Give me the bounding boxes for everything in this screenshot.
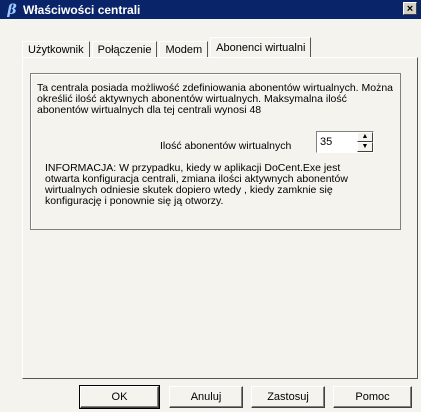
window-title: Właściwości centrali — [23, 2, 141, 17]
info-text: INFORMACJA: W przypadku, kiedy w aplikac… — [45, 162, 348, 207]
spin-down-icon[interactable]: ▼ — [357, 142, 373, 152]
count-input[interactable]: 35 — [320, 136, 332, 148]
properties-dialog: β Właściwości centrali × Użytkownik Połą… — [0, 0, 421, 412]
title-bar[interactable]: β Właściwości centrali × — [0, 0, 421, 19]
ok-button[interactable]: OK — [79, 385, 160, 409]
tab-strip: Użytkownik Połączenie Modem Abonenci wir… — [22, 37, 313, 58]
help-button[interactable]: Pomoc — [333, 386, 412, 408]
apply-button[interactable]: Zastosuj — [251, 386, 325, 408]
spinner-buttons: ▲ ▼ — [357, 132, 373, 152]
tab-polaczenie[interactable]: Połączenie — [91, 41, 158, 58]
close-icon[interactable]: × — [403, 2, 417, 15]
count-spinner[interactable]: 35 ▲ ▼ — [316, 131, 374, 153]
tab-abonenci-wirtualni[interactable]: Abonenci wirtualni — [210, 37, 312, 58]
description-text: Ta centrala posiada możliwość zdefiniowa… — [37, 82, 394, 116]
spin-up-icon[interactable]: ▲ — [357, 132, 373, 142]
tab-modem[interactable]: Modem — [159, 41, 209, 58]
tab-uzytkownik[interactable]: Użytkownik — [22, 41, 90, 58]
cancel-button[interactable]: Anuluj — [169, 386, 243, 408]
app-icon: β — [7, 1, 17, 18]
count-label: Ilość abonentów wirtualnych — [160, 140, 292, 152]
